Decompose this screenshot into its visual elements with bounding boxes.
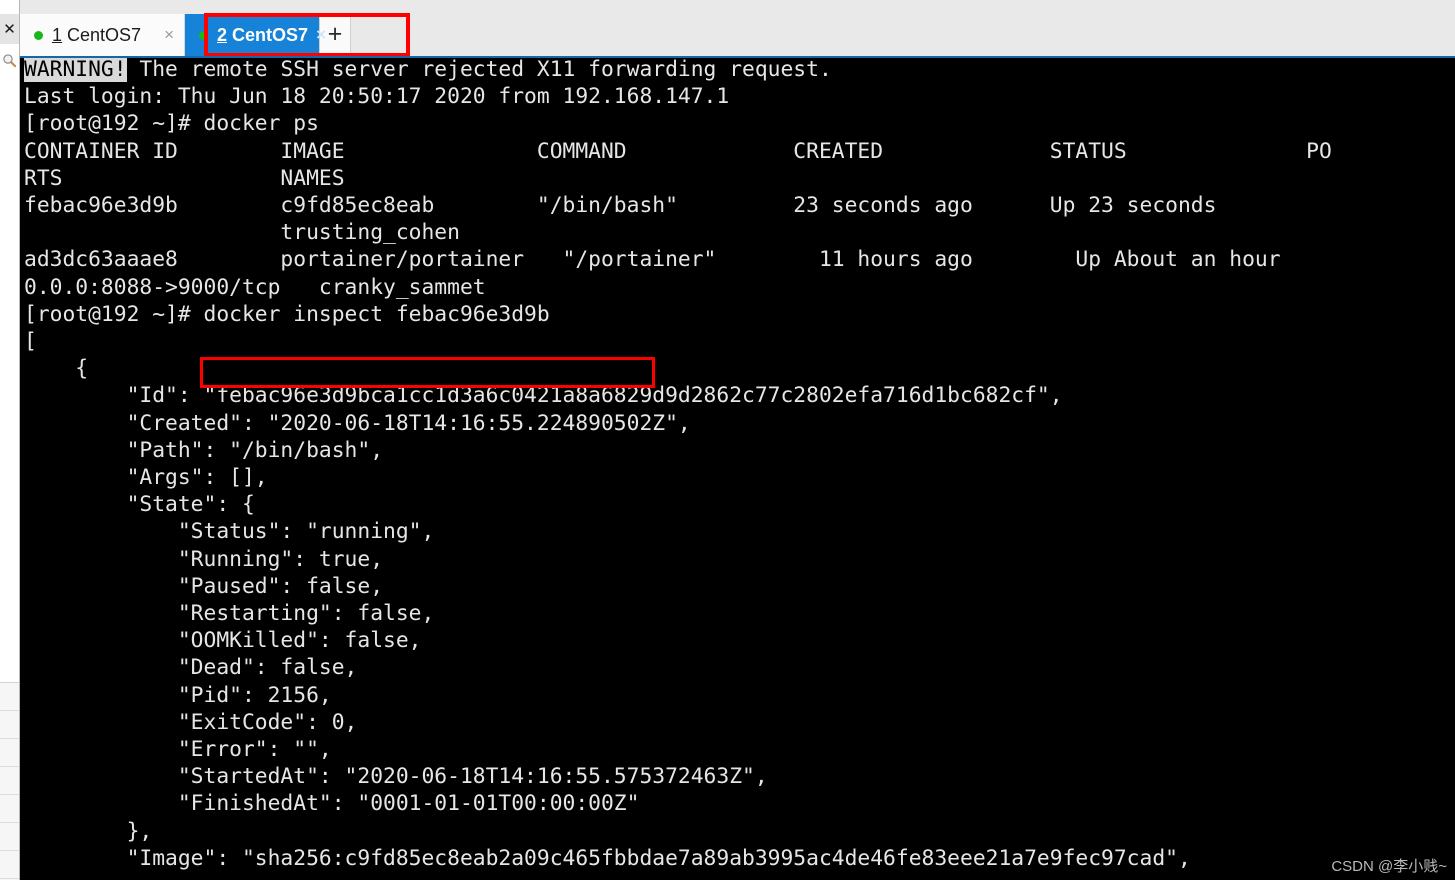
tab-bar: 1 CentOS7 × 2 CentOS7 × +: [20, 0, 1455, 57]
list-item[interactable]: [0, 739, 19, 767]
list-item[interactable]: [0, 851, 19, 879]
status-dot-icon: [34, 30, 43, 40]
close-icon[interactable]: ×: [164, 25, 174, 45]
status-dot-icon: [199, 30, 208, 40]
tab-label: 2 CentOS7: [217, 25, 308, 46]
tab-centos7-1[interactable]: 1 CentOS7 ×: [20, 14, 185, 56]
list-item[interactable]: [0, 823, 19, 851]
tab-centos7-2[interactable]: 2 CentOS7 ×: [185, 14, 326, 56]
tab-strip: 1 CentOS7 × 2 CentOS7 × +: [20, 14, 351, 56]
terminal-text: WARNING! The remote SSH server rejected …: [24, 57, 1332, 871]
tab-title: CentOS7: [232, 24, 309, 45]
tab-index: 2: [217, 24, 228, 45]
tab-index: 1: [52, 24, 63, 45]
close-icon[interactable]: ✕: [0, 14, 19, 44]
search-icon[interactable]: [0, 46, 19, 75]
terminal-output[interactable]: WARNING! The remote SSH server rejected …: [20, 56, 1455, 880]
watermark: CSDN @李小贱~: [1331, 858, 1447, 875]
sidebar-blank-panel: [0, 74, 19, 682]
list-item[interactable]: [0, 767, 19, 795]
left-sidebar: ✕: [0, 0, 20, 880]
sidebar-row-list[interactable]: [0, 682, 19, 880]
list-item[interactable]: [0, 795, 19, 823]
tab-title: CentOS7: [67, 24, 142, 45]
list-item[interactable]: [0, 711, 19, 739]
list-item[interactable]: [0, 683, 19, 711]
terminal-window: ✕ 1 CentOS7 × 2 CentOS7 × + WARNING! The…: [0, 0, 1455, 880]
close-icon[interactable]: ×: [316, 25, 326, 45]
tab-label: 1 CentOS7: [52, 25, 156, 46]
